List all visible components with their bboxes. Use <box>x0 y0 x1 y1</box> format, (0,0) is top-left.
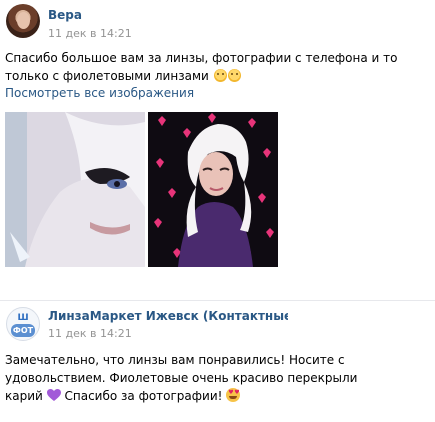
attached-photo[interactable] <box>148 112 278 267</box>
comment-date[interactable]: 11 дек в 14:21 <box>48 27 132 40</box>
view-all-images-link[interactable]: Посмотреть все изображения <box>5 86 194 100</box>
photo-selfie-image <box>148 112 278 267</box>
avatar-face <box>17 12 30 29</box>
avatar-logo-text: Ш <box>17 313 29 323</box>
comment-divider <box>0 300 435 301</box>
comment-text-line: только с фиолетовыми линзами <box>5 69 209 83</box>
attached-photo[interactable] <box>5 112 145 267</box>
heart-eyes-smile-icon: ♥ ♥ <box>226 388 241 402</box>
comment-text: Спасибо большое вам за линзы, фотографии… <box>5 49 430 85</box>
smiling-face-icon <box>213 69 227 82</box>
comments-thread: Вера 11 дек в 14:21 Спасибо большое вам … <box>0 0 435 422</box>
smiling-face-icon <box>227 69 241 82</box>
avatar[interactable] <box>6 4 40 38</box>
comment-text-line: удовольствием. Фиолетовые очень красиво … <box>5 371 358 385</box>
avatar[interactable]: Ш ФОТ <box>6 307 40 341</box>
purple-heart-icon <box>46 389 61 401</box>
comment-date[interactable]: 11 дек в 14:21 <box>48 327 132 340</box>
avatar-logo-badge: ФОТ <box>11 324 35 337</box>
comment-text: Замечательно, что линзы вам понравились!… <box>5 351 430 405</box>
comment-text-line: Замечательно, что линзы вам понравились!… <box>5 353 345 367</box>
photo-portrait-image <box>5 112 145 267</box>
comment-text-line: карий <box>5 389 43 403</box>
comment-text-line: Спасибо большое вам за линзы, фотографии… <box>5 51 398 65</box>
comment-text-line: Спасибо за фотографии! <box>64 389 223 403</box>
comment-author[interactable]: Вера <box>48 8 82 22</box>
comment-author[interactable]: ЛинзаМаркет Ижевск (Контактные ли... <box>48 309 288 323</box>
